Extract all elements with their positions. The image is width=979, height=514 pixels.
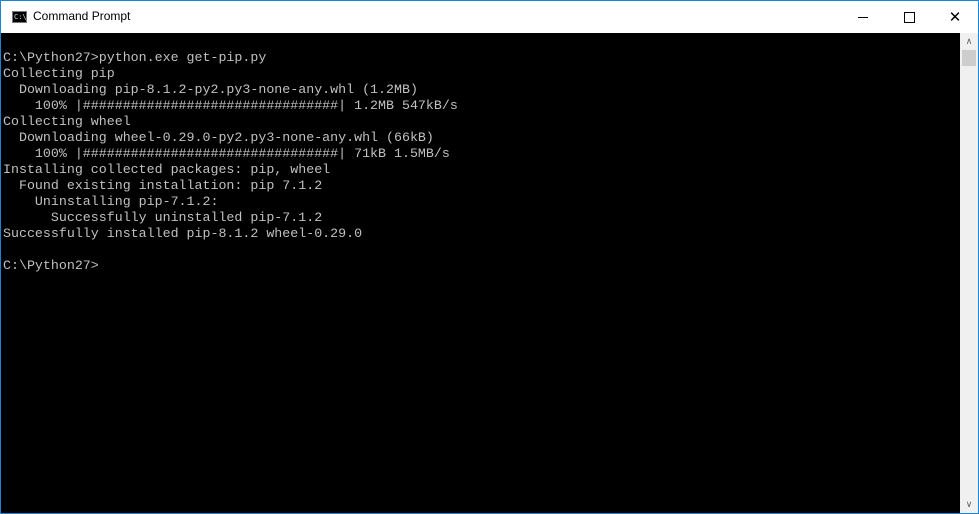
close-button[interactable]: ✕ (932, 1, 978, 33)
minimize-button[interactable] (840, 1, 886, 33)
scroll-up-button[interactable]: ∧ (960, 33, 978, 50)
title-bar[interactable]: C:\_ Command Prompt ✕ (1, 1, 978, 33)
console-line: 100% |################################| … (3, 98, 458, 113)
console-line: Downloading wheel-0.29.0-py2.py3-none-an… (3, 130, 434, 145)
command-prompt-window: C:\_ Command Prompt ✕ C:\Python27>python… (0, 0, 979, 514)
window-title: Command Prompt (33, 9, 131, 23)
maximize-button[interactable] (886, 1, 932, 33)
scroll-down-button[interactable]: ∨ (960, 496, 978, 513)
console-line: Uninstalling pip-7.1.2: (3, 194, 219, 209)
close-icon: ✕ (948, 9, 962, 26)
scrollbar-thumb[interactable] (962, 50, 976, 66)
chevron-down-icon: ∨ (965, 499, 973, 509)
vertical-scrollbar[interactable]: ∧ ∨ (960, 33, 978, 513)
console-area[interactable]: C:\Python27>python.exe get-pip.py Collect… (1, 33, 960, 513)
console-line: Found existing installation: pip 7.1.2 (3, 178, 323, 193)
chevron-up-icon: ∧ (965, 36, 973, 46)
console-line: C:\Python27> (3, 258, 99, 273)
console-line: Successfully installed pip-8.1.2 wheel-0… (3, 226, 363, 241)
cmd-icon-text: C:\_ (14, 13, 31, 21)
console-line: 100% |################################| … (3, 146, 450, 161)
minimize-icon (858, 16, 868, 18)
console-line: Successfully uninstalled pip-7.1.2 (3, 210, 323, 225)
console-line: C:\Python27>python.exe get-pip.py (3, 50, 267, 65)
console-line: Collecting pip (3, 66, 115, 81)
cmd-icon[interactable]: C:\_ (12, 11, 31, 23)
maximize-icon (903, 11, 915, 23)
console-output: C:\Python27>python.exe get-pip.py Collect… (3, 50, 458, 274)
console-line: Downloading pip-8.1.2-py2.py3-none-any.w… (3, 82, 418, 97)
console-line: Collecting wheel (3, 114, 131, 129)
console-line: Installing collected packages: pip, whee… (3, 162, 331, 177)
